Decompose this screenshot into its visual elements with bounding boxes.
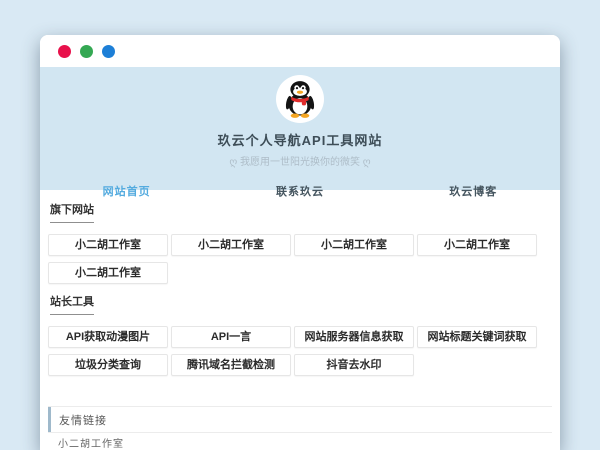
nav-item-home[interactable]: 网站首页 xyxy=(103,183,151,199)
tool-button-anime-image-api[interactable]: API获取动漫图片 xyxy=(48,326,168,348)
friend-links-title: 友情链接 xyxy=(51,412,107,428)
tool-button-garbage-sort[interactable]: 垃圾分类查询 xyxy=(48,354,168,376)
nav-item-contact[interactable]: 联系玖云 xyxy=(276,183,324,199)
webmaster-tools-grid: API获取动漫图片 API一言 网站服务器信息获取 网站标题关键词获取 垃圾分类… xyxy=(48,326,552,376)
site-logo xyxy=(276,75,324,123)
site-link-button[interactable]: 小二胡工作室 xyxy=(417,234,537,256)
qq-penguin-icon xyxy=(278,77,322,121)
site-link-button[interactable]: 小二胡工作室 xyxy=(171,234,291,256)
window-control-blue-dot[interactable] xyxy=(102,45,115,58)
window-control-green-dot[interactable] xyxy=(80,45,93,58)
window-control-red-dot[interactable] xyxy=(58,45,71,58)
section-title-owned-sites: 旗下网站 xyxy=(50,201,94,223)
site-title: 玖云个人导航API工具网站 xyxy=(40,130,560,149)
section-webmaster-tools: 站长工具 API获取动漫图片 API一言 网站服务器信息获取 网站标题关键词获取… xyxy=(48,292,552,376)
section-owned-sites: 旗下网站 小二胡工作室 小二胡工作室 小二胡工作室 小二胡工作室 小二胡工作室 xyxy=(48,200,552,284)
site-link-button[interactable]: 小二胡工作室 xyxy=(48,262,168,284)
friend-link-row: 小二胡工作室 xyxy=(48,433,552,450)
footer-block: 友情链接 小二胡工作室 © 2020 Copyright 粤ICP备202013… xyxy=(48,406,552,450)
site-subtitle: ღ 我愿用一世阳光换你的微笑 ღ xyxy=(40,153,560,168)
section-title-webmaster-tools: 站长工具 xyxy=(50,293,94,315)
tool-button-domain-block-check[interactable]: 腾讯域名拦截检测 xyxy=(171,354,291,376)
tool-button-title-keywords[interactable]: 网站标题关键词获取 xyxy=(417,326,537,348)
browser-window: 玖云个人导航API工具网站 ღ 我愿用一世阳光换你的微笑 ღ 网站首页 联系玖云… xyxy=(40,35,560,450)
friend-links-header: 友情链接 xyxy=(48,407,552,432)
friend-link-xiaoerhu[interactable]: 小二胡工作室 xyxy=(58,435,124,450)
tool-button-douyin-watermark[interactable]: 抖音去水印 xyxy=(294,354,414,376)
nav-item-blog[interactable]: 玖云博客 xyxy=(449,183,497,199)
site-header: 玖云个人导航API工具网站 ღ 我愿用一世阳光换你的微笑 ღ 网站首页 联系玖云… xyxy=(40,67,560,190)
owned-sites-grid: 小二胡工作室 小二胡工作室 小二胡工作室 小二胡工作室 小二胡工作室 xyxy=(48,234,552,284)
site-link-button[interactable]: 小二胡工作室 xyxy=(294,234,414,256)
tool-button-server-info[interactable]: 网站服务器信息获取 xyxy=(294,326,414,348)
main-content: 旗下网站 小二胡工作室 小二胡工作室 小二胡工作室 小二胡工作室 小二胡工作室 … xyxy=(40,190,560,450)
window-titlebar xyxy=(40,35,560,67)
site-link-button[interactable]: 小二胡工作室 xyxy=(48,234,168,256)
tool-button-hitokoto-api[interactable]: API一言 xyxy=(171,326,291,348)
